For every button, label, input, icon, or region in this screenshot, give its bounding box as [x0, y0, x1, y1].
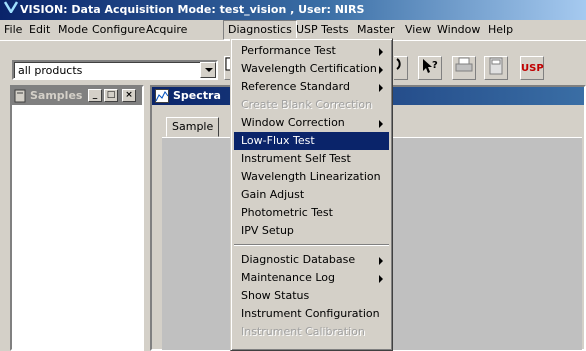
menu-configure[interactable]: Configure — [88, 20, 149, 40]
product-select[interactable]: all products — [12, 60, 218, 80]
submenu-arrow-icon — [379, 120, 383, 128]
menu-bar: File Edit Mode Configure Acquire Diagnos… — [0, 20, 586, 40]
submenu-arrow-icon — [379, 84, 383, 92]
menu-usp-tests[interactable]: USP Tests — [292, 20, 353, 40]
vision-app-icon — [3, 0, 19, 20]
samples-panel: Samples _ □ × — [10, 85, 144, 351]
menu-view[interactable]: View — [401, 20, 435, 40]
menu-item-wavelength-linearization[interactable]: Wavelength Linearization — [234, 168, 389, 186]
svg-text:?: ? — [432, 60, 438, 71]
close-icon[interactable]: × — [122, 89, 136, 102]
samples-panel-title: Samples — [30, 89, 83, 102]
menu-help[interactable]: Help — [484, 20, 517, 40]
samples-panel-caption: Samples _ □ × — [12, 87, 142, 105]
submenu-arrow-icon — [379, 66, 383, 74]
menu-separator — [234, 244, 389, 246]
samples-window-icon — [14, 89, 26, 103]
menu-item-instrument-self-test[interactable]: Instrument Self Test — [234, 150, 389, 168]
spectra-panel-title: Spectra — [173, 89, 221, 102]
usp-button[interactable]: USP — [520, 56, 544, 80]
menu-item-instrument-configuration[interactable]: Instrument Configuration — [234, 305, 389, 323]
submenu-arrow-icon — [379, 257, 383, 265]
menu-item-create-blank-correction: Create Blank Correction — [241, 98, 373, 111]
title-bar: VISION: Data Acquisition Mode: test_visi… — [0, 0, 586, 20]
context-help-button[interactable]: ? — [418, 56, 442, 80]
calculator-icon — [489, 57, 503, 75]
calculator-button[interactable] — [484, 56, 508, 80]
menu-item-photometric-test[interactable]: Photometric Test — [234, 204, 389, 222]
diagnostics-menu: Performance Test Wavelength Certificatio… — [230, 38, 393, 351]
minimize-icon[interactable]: _ — [88, 89, 102, 102]
submenu-arrow-icon — [379, 275, 383, 283]
reload-button[interactable] — [394, 56, 408, 80]
menu-item-instrument-calibration: Instrument Calibration — [241, 325, 365, 338]
menu-item-ipv-setup[interactable]: IPV Setup — [234, 222, 389, 240]
menu-item-performance-test[interactable]: Performance Test — [234, 42, 389, 60]
submenu-arrow-icon — [379, 48, 383, 56]
chevron-down-icon[interactable] — [200, 62, 216, 78]
tab-sample[interactable]: Sample — [166, 117, 220, 137]
menu-item-wavelength-certification[interactable]: Wavelength Certification — [234, 60, 389, 78]
window-title: VISION: Data Acquisition Mode: test_visi… — [20, 3, 365, 16]
menu-item-maintenance-log[interactable]: Maintenance Log — [234, 269, 389, 287]
menu-item-window-correction[interactable]: Window Correction — [234, 114, 389, 132]
print-button[interactable] — [452, 56, 476, 80]
help-pointer-icon: ? — [423, 59, 438, 73]
menu-item-reference-standard[interactable]: Reference Standard — [234, 78, 389, 96]
menu-master[interactable]: Master — [353, 20, 399, 40]
maximize-icon[interactable]: □ — [104, 89, 118, 102]
circle-icon — [395, 58, 401, 70]
usp-label: USP — [521, 63, 544, 74]
printer-icon — [455, 57, 473, 72]
menu-diagnostics[interactable]: Diagnostics — [223, 20, 297, 40]
menu-file[interactable]: File — [0, 20, 26, 40]
menu-item-diagnostic-database[interactable]: Diagnostic Database — [234, 251, 389, 269]
menu-item-gain-adjust[interactable]: Gain Adjust — [234, 186, 389, 204]
product-select-value: all products — [18, 64, 83, 77]
spectra-window-icon — [155, 89, 169, 103]
menu-item-low-flux-test[interactable]: Low-Flux Test — [234, 132, 389, 150]
menu-acquire[interactable]: Acquire — [142, 20, 191, 40]
menu-window[interactable]: Window — [433, 20, 484, 40]
menu-mode[interactable]: Mode — [54, 20, 92, 40]
menu-edit[interactable]: Edit — [25, 20, 54, 40]
menu-item-show-status[interactable]: Show Status — [234, 287, 389, 305]
